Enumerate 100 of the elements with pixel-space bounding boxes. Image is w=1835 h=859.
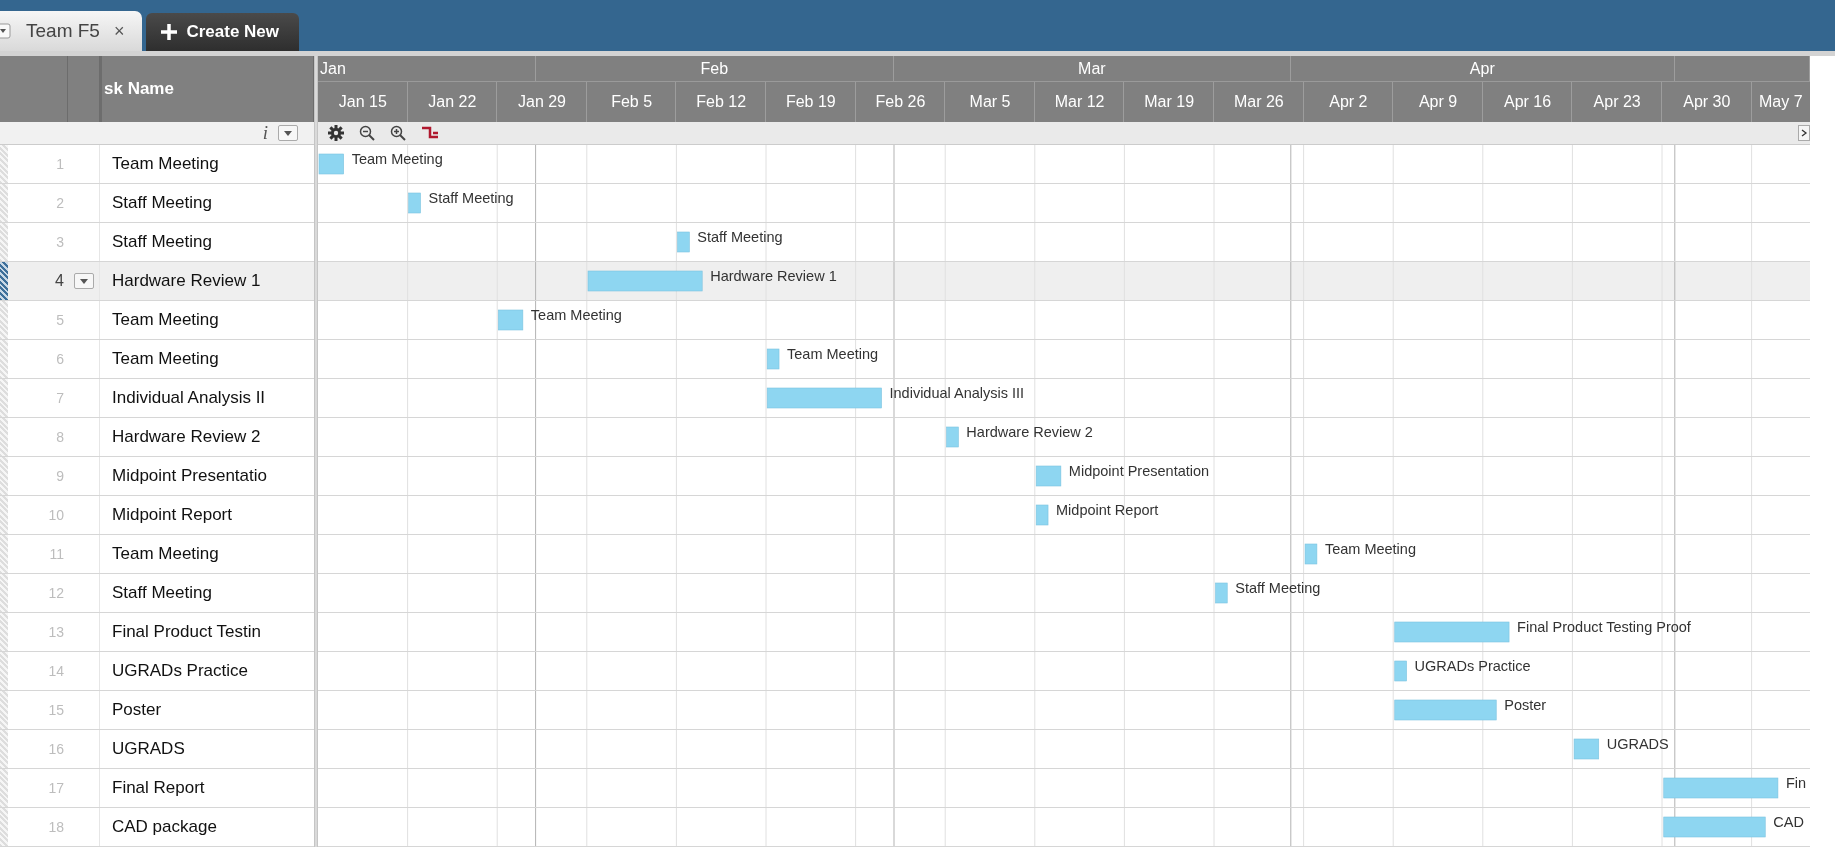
task-bar[interactable] <box>498 309 524 331</box>
row-number: 18 <box>48 819 65 835</box>
bar-label: Staff Meeting <box>1235 580 1321 596</box>
dropdown-icon <box>0 23 12 39</box>
row-number: 17 <box>48 780 65 796</box>
row-menu-button[interactable] <box>73 273 94 289</box>
week-label: Apr 2 <box>1329 93 1368 111</box>
bar-label: Midpoint Presentation <box>1068 463 1210 479</box>
bar-label: Fin <box>1785 775 1807 791</box>
task-bar[interactable] <box>946 426 959 448</box>
week-label: Feb 5 <box>611 93 653 111</box>
month-label: Mar <box>1078 59 1106 78</box>
task-row[interactable]: 11 Team Meeting <box>0 535 314 574</box>
month-label: Jan <box>320 59 346 78</box>
row-number: 15 <box>48 702 65 718</box>
week-label: Feb 26 <box>875 93 926 111</box>
task-row[interactable]: 4 Hardware Review 1 <box>0 262 314 301</box>
task-row[interactable]: 7 Individual Analysis II <box>0 379 314 418</box>
task-row[interactable]: 15 Poster <box>0 691 314 730</box>
week-label: Apr 30 <box>1683 93 1731 111</box>
bar-label: Team Meeting <box>787 346 879 362</box>
task-bar[interactable] <box>318 153 344 175</box>
task-name: Final Report <box>111 778 206 798</box>
zoom-out-icon <box>359 125 375 141</box>
row-number: 6 <box>56 351 65 367</box>
task-bar[interactable] <box>408 192 421 214</box>
task-row[interactable]: 17 Final Report <box>0 769 314 808</box>
bar-label: Final Product Testing Proof <box>1517 619 1691 635</box>
week-label: Apr 23 <box>1593 93 1641 111</box>
task-name: Team Meeting <box>111 349 220 369</box>
task-row[interactable]: 9 Midpoint Presentatio <box>0 457 314 496</box>
bar-label: Midpoint Report <box>1056 502 1159 518</box>
row-number: 4 <box>55 272 65 290</box>
tab-label: Team F5 <box>26 20 100 42</box>
week-label: Feb 19 <box>785 93 836 111</box>
task-bar[interactable] <box>766 387 882 409</box>
task-name: UGRADs Practice <box>111 661 250 681</box>
settings-icon <box>328 125 344 141</box>
task-bar[interactable] <box>766 348 780 370</box>
task-row[interactable]: 2 Staff Meeting <box>0 184 314 223</box>
task-name: UGRADS <box>111 739 186 759</box>
week-label: Mar 19 <box>1144 93 1195 111</box>
task-name: Hardware Review 2 <box>111 427 262 447</box>
week-label: Feb 12 <box>696 93 747 111</box>
task-bar[interactable] <box>1663 777 1779 799</box>
critical-path-icon <box>421 126 439 140</box>
task-row[interactable]: 16 UGRADS <box>0 730 314 769</box>
task-row[interactable]: 10 Midpoint Report <box>0 496 314 535</box>
week-label: Mar 5 <box>969 93 1011 111</box>
row-number: 5 <box>56 312 65 328</box>
task-row[interactable]: 6 Team Meeting <box>0 340 314 379</box>
bar-label: UGRADS <box>1606 736 1669 752</box>
task-row[interactable]: 14 UGRADs Practice <box>0 652 314 691</box>
zoom-in-icon <box>390 125 406 141</box>
dropdown-button[interactable] <box>278 125 298 141</box>
task-row[interactable]: 12 Staff Meeting <box>0 574 314 613</box>
task-bar[interactable] <box>1304 543 1318 565</box>
task-row[interactable]: 8 Hardware Review 2 <box>0 418 314 457</box>
week-label: Jan 29 <box>518 93 566 111</box>
task-name: Staff Meeting <box>111 193 213 213</box>
week-label: Apr 9 <box>1418 93 1458 111</box>
task-name: Team Meeting <box>111 544 220 564</box>
task-row[interactable]: 18 CAD package <box>0 808 314 847</box>
bar-label: Team Meeting <box>1324 541 1416 557</box>
task-bar[interactable] <box>1394 699 1497 721</box>
task-bar[interactable] <box>1394 621 1510 643</box>
week-label: Jan 22 <box>428 93 477 111</box>
row-number: 2 <box>56 195 65 211</box>
task-name: Team Meeting <box>111 310 220 330</box>
task-bar[interactable] <box>1663 816 1766 838</box>
column-header[interactable]: sk Name <box>104 79 174 99</box>
row-number: 13 <box>48 624 65 640</box>
task-row[interactable]: 3 Staff Meeting <box>0 223 314 262</box>
close-button[interactable]: × <box>113 20 125 42</box>
task-name: Final Product Testin <box>111 622 262 642</box>
row-number: 16 <box>48 741 65 757</box>
task-name: Staff Meeting <box>111 232 213 252</box>
info-icon[interactable]: i <box>262 122 268 144</box>
task-bar[interactable] <box>1394 660 1407 682</box>
task-bar[interactable] <box>1215 582 1228 604</box>
task-bar[interactable] <box>1573 738 1600 760</box>
task-row[interactable]: 13 Final Product Testin <box>0 613 314 652</box>
task-name: Poster <box>111 700 163 720</box>
task-bar[interactable] <box>587 270 703 292</box>
row-number: 9 <box>56 468 65 484</box>
week-label: Apr 16 <box>1504 93 1552 111</box>
bar-label: Hardware Review 2 <box>966 424 1093 440</box>
create-new-button[interactable]: Create New <box>146 13 300 51</box>
bar-label: Team Meeting <box>530 307 622 323</box>
task-bar[interactable] <box>1035 504 1049 526</box>
task-row[interactable]: 1 Team Meeting <box>0 145 314 184</box>
tab[interactable]: Team F5 × <box>0 11 143 51</box>
bar-label: Staff Meeting <box>428 190 514 206</box>
task-name: Staff Meeting <box>111 583 213 603</box>
task-row[interactable]: 5 Team Meeting <box>0 301 314 340</box>
task-bar[interactable] <box>677 231 690 253</box>
row-number: 14 <box>48 663 65 679</box>
row-number: 3 <box>56 234 65 250</box>
caret-icon <box>284 130 292 136</box>
task-bar[interactable] <box>1035 465 1062 487</box>
